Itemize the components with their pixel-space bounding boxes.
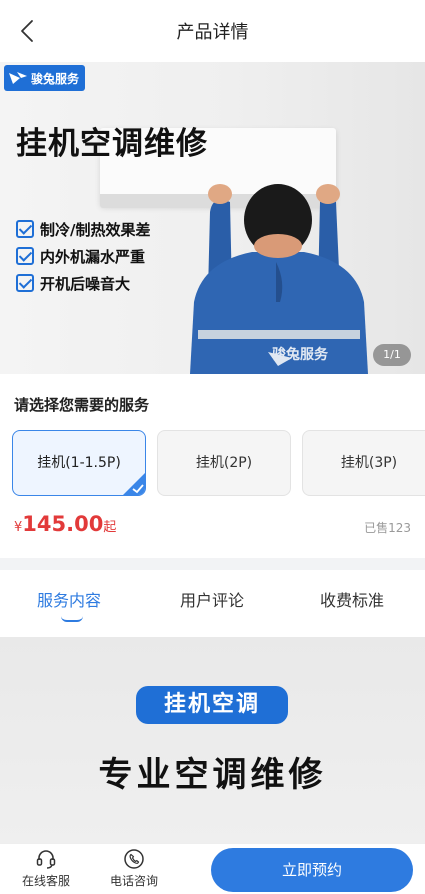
selected-check-icon <box>123 473 145 495</box>
option-label: 挂机(3P) <box>340 455 398 471</box>
detail-image: 挂机空调 专业空调维修 <box>0 637 425 843</box>
active-tab-indicator <box>61 616 83 622</box>
price: ¥145.00起 <box>14 512 116 536</box>
technician-image: 骏兔服务 <box>190 184 368 374</box>
online-service-label: 在线客服 <box>21 874 70 888</box>
headset-icon <box>36 850 56 869</box>
brand-logo: 骏兔服务 <box>4 65 86 91</box>
book-now-button[interactable]: 立即预约 <box>211 848 413 892</box>
tab-service-content[interactable]: 服务内容 <box>37 587 101 611</box>
brand-logo-text: 骏兔服务 <box>31 71 80 86</box>
page-indicator: 1/1 <box>373 344 411 366</box>
content-tabs: 服务内容 用户评论 收费标准 <box>0 570 425 637</box>
feature-text: 开机后噪音大 <box>40 274 131 293</box>
sold-count: 已售123 <box>364 521 411 535</box>
bottom-action-bar: 在线客服 电话咨询 立即预约 <box>0 843 425 894</box>
feature-item: 开机后噪音大 <box>16 270 150 296</box>
tab-fee-standard[interactable]: 收费标准 <box>320 587 384 611</box>
detail-title: 专业空调维修 <box>98 755 327 795</box>
service-selection: 请选择您需要的服务 挂机(1-1.5P) 挂机(2P) 挂机(3P) ¥145.… <box>0 374 425 558</box>
option-label: 挂机(2P) <box>195 455 253 471</box>
checkbox-checked-icon <box>16 274 34 292</box>
online-service-button[interactable]: 在线客服 <box>20 848 72 889</box>
option-2p[interactable]: 挂机(2P) <box>157 430 291 496</box>
tab-user-reviews[interactable]: 用户评论 <box>180 587 244 611</box>
price-amount: 145.00 <box>22 512 104 536</box>
uniform-brand-text: 骏兔服务 <box>272 347 328 363</box>
feature-list: 制冷/制热效果差 内外机漏水严重 开机后噪音大 <box>16 216 150 297</box>
checkbox-checked-icon <box>16 220 34 238</box>
rabbit-logo-icon <box>9 72 27 84</box>
feature-item: 制冷/制热效果差 <box>16 216 150 242</box>
option-1-1.5p[interactable]: 挂机(1-1.5P) <box>12 430 146 496</box>
checkbox-checked-icon <box>16 247 34 265</box>
phone-consult-label: 电话咨询 <box>109 874 158 888</box>
phone-consult-button[interactable]: 电话咨询 <box>108 848 160 889</box>
phone-icon <box>124 849 144 869</box>
page-title: 产品详情 <box>176 22 249 43</box>
feature-text: 内外机漏水严重 <box>40 247 146 266</box>
option-3p[interactable]: 挂机(3P) <box>302 430 425 496</box>
service-options: 挂机(1-1.5P) 挂机(2P) 挂机(3P) <box>12 430 425 498</box>
feature-item: 内外机漏水严重 <box>16 243 150 269</box>
section-heading: 请选择您需要的服务 <box>14 396 150 414</box>
price-suffix: 起 <box>103 520 117 535</box>
option-label: 挂机(1-1.5P) <box>37 455 121 471</box>
detail-pill: 挂机空调 <box>136 686 288 724</box>
feature-text: 制冷/制热效果差 <box>40 220 151 239</box>
nav-bar: 产品详情 <box>0 0 425 62</box>
product-banner[interactable]: 骏兔服务 挂机空调维修 制冷/制热效果差 内外机漏水严重 开机后噪音大 骏兔服务… <box>0 62 425 374</box>
